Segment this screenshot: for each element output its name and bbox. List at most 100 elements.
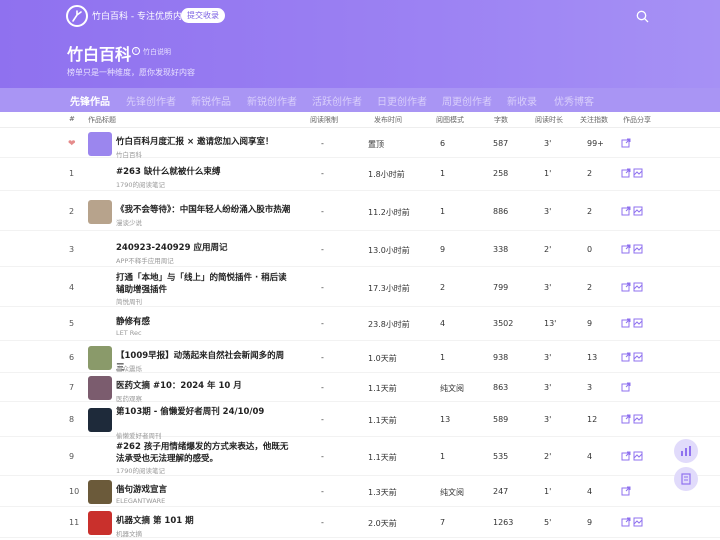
share-image-icon[interactable] — [633, 318, 643, 328]
table-row[interactable]: 10 偕句游戏宣言 ELEGANTWARE - 1.3天前 纯文阅 247 1' 4 — [0, 477, 720, 507]
article-thumbnail[interactable] — [88, 376, 112, 400]
article-thumbnail[interactable] — [88, 238, 112, 262]
word-count: 535 — [493, 452, 509, 461]
word-count: 338 — [493, 245, 509, 254]
share-link-icon[interactable] — [621, 451, 631, 461]
article-thumbnail[interactable] — [88, 480, 112, 504]
bar-chart-icon — [681, 446, 691, 456]
share-link-icon[interactable] — [621, 352, 631, 362]
table-row[interactable]: 3 240923-240929 应用周记 APP不释手应用周记 - 13.0小时前 9 33… — [0, 233, 720, 267]
article-thumbnail[interactable] — [88, 511, 112, 535]
article-source[interactable]: 机器文摘 — [116, 528, 142, 538]
tab-rising-works[interactable]: 新锐作品 — [191, 93, 231, 108]
article-title[interactable]: 偕句游戏宣言 — [116, 484, 291, 496]
site-name[interactable]: 竹白百科 - 专注优质内容 — [92, 9, 191, 22]
article-thumbnail[interactable] — [88, 408, 112, 432]
table-row[interactable]: 9 #262 孩子用情绪爆发的方式来表达，他既无法承受也无法理解的感受。 1790的… — [0, 438, 720, 476]
article-title[interactable]: 医药文摘 #10：2024 年 10 月 — [116, 380, 291, 392]
tab-pioneer-works[interactable]: 先锋作品 — [70, 93, 110, 108]
article-source[interactable]: 当众震烁 — [116, 363, 142, 373]
article-source[interactable]: 1790的阅读笔记 — [116, 465, 165, 475]
edit-float-button[interactable] — [674, 467, 698, 491]
article-source[interactable]: LET Rec — [116, 329, 142, 337]
note-icon — [681, 473, 691, 485]
table-row[interactable]: 7 医药文摘 #10：2024 年 10 月医药观察 - 1.1天前 纯文阅 863 3' 3 — [0, 374, 720, 403]
article-thumbnail[interactable] — [88, 346, 112, 370]
share-image-icon[interactable] — [633, 517, 643, 527]
article-thumbnail[interactable] — [88, 200, 112, 224]
table-row[interactable]: 8 第103期 - 偷懒爱好者周刊 24/10/09 偷懒爱好者周刊 -1.1天前 13… — [0, 403, 720, 440]
share-link-icon[interactable] — [621, 414, 631, 424]
col-limit: 阅读限制 — [310, 116, 338, 124]
table-row[interactable]: 2 《我不会等待》：中国年轻人纷纷涌入股市热潮 漫谈少说 - 11.2小时前 1 886 3'… — [0, 193, 720, 231]
read-duration: 3' — [544, 207, 552, 216]
table-row[interactable]: 5 静修有感 LET Rec - 23.8小时前 4 3502 13' 9 — [0, 307, 720, 341]
tab-excellent-blogs[interactable]: 优秀博客 — [554, 93, 594, 108]
info-label[interactable]: 竹白说明 — [143, 47, 171, 57]
tab-rising-creators[interactable]: 新锐创作者 — [247, 93, 297, 108]
info-icon[interactable]: i — [132, 47, 140, 55]
article-title[interactable]: #262 孩子用情绪爆发的方式来表达，他既无法承受也无法理解的感受。 — [116, 441, 291, 465]
article-source[interactable]: APP不释手应用周记 — [116, 255, 174, 265]
share-link-icon[interactable] — [621, 517, 631, 527]
share-link-icon[interactable] — [621, 282, 631, 292]
article-thumbnail[interactable] — [88, 445, 112, 469]
publish-time: 2.0天前 — [368, 519, 397, 528]
read-duration: 3' — [544, 139, 552, 148]
article-title[interactable]: 240923-240929 应用周记 — [116, 242, 291, 254]
article-title[interactable]: 竹白百科月度汇报 × 邀请您加入阅享室！ — [116, 136, 291, 148]
word-count: 799 — [493, 283, 509, 292]
share-link-icon[interactable] — [621, 382, 631, 392]
share-image-icon[interactable] — [633, 244, 643, 254]
chart-float-button[interactable] — [674, 439, 698, 463]
table-row[interactable]: 11 机器文摘 第 101 期机器文摘 - 2.0天前 7 1263 5' 9 — [0, 508, 720, 538]
table-row[interactable]: 1 #263 缺什么就被什么束缚 1790的阅读笔记 - 1.8小时前 1 258 1' 2 — [0, 157, 720, 191]
share-image-icon[interactable] — [633, 352, 643, 362]
read-duration: 3' — [544, 383, 552, 392]
article-thumbnail[interactable] — [88, 276, 112, 300]
article-title[interactable]: 第103期 - 偷懒爱好者周刊 24/10/09 — [116, 406, 291, 418]
read-duration: 2' — [544, 452, 552, 461]
site-logo[interactable] — [66, 5, 88, 27]
share-image-icon[interactable] — [633, 168, 643, 178]
share-image-icon[interactable] — [633, 282, 643, 292]
share-link-icon[interactable] — [621, 138, 631, 148]
tab-pioneer-creators[interactable]: 先锋创作者 — [126, 93, 176, 108]
read-limit: - — [321, 383, 324, 392]
article-source[interactable]: ELEGANTWARE — [116, 497, 165, 505]
article-title[interactable]: 静修有感 — [116, 316, 291, 328]
share-link-icon[interactable] — [621, 206, 631, 216]
article-thumbnail[interactable] — [88, 132, 112, 156]
article-source[interactable]: 1790的阅读笔记 — [116, 179, 165, 189]
bamboo-leaf-icon — [72, 10, 82, 22]
article-title[interactable]: #263 缺什么就被什么束缚 — [116, 166, 291, 178]
table-row[interactable]: 4 打通「本地」与「线上」的简悦插件 · 稍后读辅助增强插件 简悦周刊 - 17.3小时… — [0, 269, 720, 307]
share-link-icon[interactable] — [621, 168, 631, 178]
table-row[interactable]: 6 【1009早报】动荡起来自然社会新闻多的周三 当众震烁 - 1.0天前 1 938 3' 1… — [0, 343, 720, 373]
read-limit: - — [321, 245, 324, 254]
tab-daily-creators[interactable]: 日更创作者 — [377, 93, 427, 108]
table-row[interactable]: ❤ 竹白百科月度汇报 × 邀请您加入阅享室！ 竹白百科 - 置顶 6 587 3' 99+ — [0, 130, 720, 159]
share-link-icon[interactable] — [621, 486, 631, 496]
search-icon[interactable] — [636, 10, 649, 23]
tab-weekly-creators[interactable]: 周更创作者 — [442, 93, 492, 108]
article-thumbnail[interactable] — [88, 162, 112, 186]
article-source[interactable]: 简悦周刊 — [116, 296, 142, 306]
article-source[interactable]: 医药观察 — [116, 393, 142, 403]
share-image-icon[interactable] — [633, 206, 643, 216]
share-image-icon[interactable] — [633, 414, 643, 424]
rank-number: 10 — [69, 487, 80, 496]
article-thumbnail[interactable] — [88, 312, 112, 336]
article-source[interactable]: 漫谈少说 — [116, 217, 142, 227]
share-image-icon[interactable] — [633, 451, 643, 461]
article-title[interactable]: 机器文摘 第 101 期 — [116, 515, 291, 527]
article-title[interactable]: 【1009早报】动荡起来自然社会新闻多的周三 — [116, 350, 291, 374]
tab-active-creators[interactable]: 活跃创作者 — [312, 93, 362, 108]
article-title[interactable]: 《我不会等待》：中国年轻人纷纷涌入股市热潮 — [116, 204, 291, 216]
submit-button[interactable]: 提交收录 — [181, 8, 225, 23]
tab-new-included[interactable]: 新收录 — [507, 93, 537, 108]
article-title[interactable]: 打通「本地」与「线上」的简悦插件 · 稍后读辅助增强插件 — [116, 272, 291, 296]
publish-time: 1.3天前 — [368, 488, 397, 497]
share-link-icon[interactable] — [621, 244, 631, 254]
share-link-icon[interactable] — [621, 318, 631, 328]
